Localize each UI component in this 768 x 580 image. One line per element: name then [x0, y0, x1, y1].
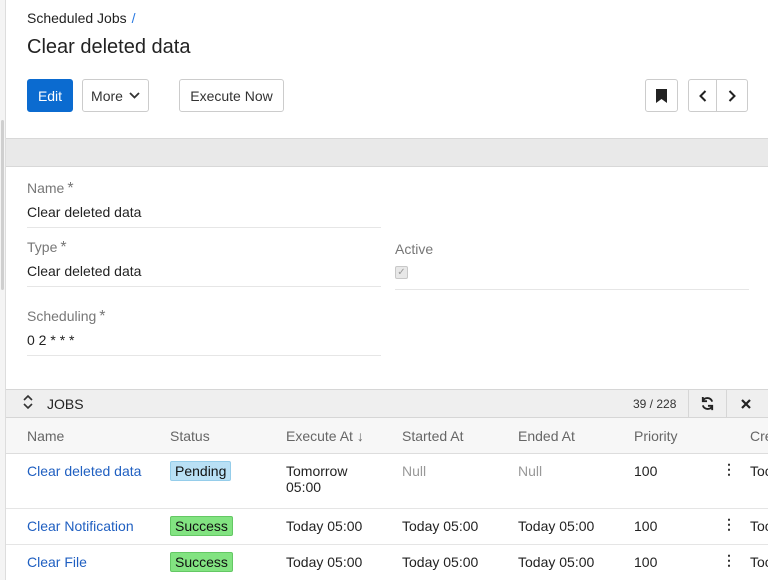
bookmark-icon	[656, 88, 667, 103]
chevron-right-icon	[728, 89, 736, 102]
priority-cell: 100	[634, 518, 658, 534]
status-badge: Success	[170, 516, 233, 536]
table-row[interactable]: Clear File Success Today 05:00 Today 05:…	[6, 545, 768, 580]
execute-at-cell: Today 05:00	[286, 554, 363, 570]
ended-at-cell: Null	[518, 463, 543, 479]
record-form: Name * Clear deleted data Type * Clear del…	[6, 167, 768, 389]
type-field: Type * Clear deleted data	[27, 239, 381, 287]
close-panel-button[interactable]	[726, 390, 764, 417]
jobs-panel-title: JOBS	[47, 396, 84, 412]
breadcrumb: Scheduled Jobs /	[27, 10, 136, 26]
jobs-count: 39 / 228	[633, 397, 677, 411]
scheduling-field: Scheduling * 0 2 * * *	[27, 308, 381, 356]
job-name-link[interactable]: Clear Notification	[27, 518, 134, 534]
priority-cell: 100	[634, 463, 658, 479]
status-badge: Pending	[170, 461, 232, 481]
type-field-value: Clear deleted data	[27, 263, 142, 279]
breadcrumb-separator: /	[131, 10, 136, 26]
column-header-started-at[interactable]: Started At	[402, 428, 463, 444]
started-at-cell: Null	[402, 463, 427, 479]
table-row[interactable]: Clear Notification Success Today 05:00 T…	[6, 509, 768, 545]
bookmark-button[interactable]	[645, 79, 678, 112]
column-header-priority[interactable]: Priority	[634, 428, 678, 444]
more-button-label: More	[91, 87, 123, 104]
name-field: Name * Clear deleted data	[27, 180, 381, 228]
execute-at-cell: Tomorrow 05:00	[286, 463, 348, 495]
column-header-status[interactable]: Status	[170, 428, 210, 444]
table-row[interactable]: Clear deleted data Pending Tomorrow 05:00…	[6, 454, 768, 509]
scheduling-field-value: 0 2 * * *	[27, 332, 75, 348]
expand-collapse-icon[interactable]	[23, 394, 33, 413]
started-at-cell: Today 05:00	[402, 554, 479, 570]
name-field-value: Clear deleted data	[27, 204, 142, 220]
column-header-created[interactable]: Cre	[750, 428, 768, 444]
more-button[interactable]: More	[82, 79, 149, 112]
breadcrumb-link-scheduled-jobs[interactable]: Scheduled Jobs	[27, 10, 127, 26]
edit-button[interactable]: Edit	[27, 79, 73, 112]
job-name-link[interactable]: Clear File	[27, 554, 87, 570]
name-field-label: Name *	[27, 180, 74, 197]
sort-down-icon: ↓	[356, 428, 364, 444]
previous-record-button[interactable]	[688, 79, 717, 112]
column-header-execute-at[interactable]: Execute At ↓	[286, 428, 364, 444]
priority-cell: 100	[634, 554, 658, 570]
kebab-menu-icon[interactable]: ⋮	[722, 461, 736, 478]
refresh-button[interactable]	[688, 390, 726, 417]
column-header-name[interactable]: Name	[27, 428, 64, 444]
status-badge: Success	[170, 552, 233, 572]
execute-now-button[interactable]: Execute Now	[179, 79, 284, 112]
ended-at-cell: Today 05:00	[518, 518, 595, 534]
close-icon	[740, 398, 751, 409]
page-title: Clear deleted data	[27, 36, 191, 58]
job-name-link[interactable]: Clear deleted data	[27, 463, 141, 479]
column-header-ended-at[interactable]: Ended At	[518, 428, 575, 444]
started-at-cell: Today 05:00	[402, 518, 479, 534]
refresh-icon	[701, 396, 714, 411]
page-header: Scheduled Jobs / Clear deleted data Edit …	[6, 0, 768, 138]
jobs-panel-header: JOBS 39 / 228	[6, 389, 768, 418]
scheduling-field-label: Scheduling *	[27, 308, 106, 325]
divider-bar	[6, 138, 768, 167]
chevron-down-icon	[129, 92, 140, 99]
created-cell: Toc	[750, 554, 768, 570]
active-field-label: Active	[395, 241, 434, 257]
checkmark-icon: ✓	[397, 267, 406, 278]
next-record-button[interactable]	[716, 79, 748, 112]
active-field: Active ✓	[395, 241, 749, 290]
table-header-row: Name Status Execute At ↓ Started At Ende…	[6, 418, 768, 454]
execute-at-cell: Today 05:00	[286, 518, 363, 534]
created-cell: Toc	[750, 518, 768, 534]
ended-at-cell: Today 05:00	[518, 554, 595, 570]
chevron-left-icon	[698, 89, 706, 102]
type-field-label: Type *	[27, 239, 67, 256]
scrollbar-thumb[interactable]	[1, 120, 4, 290]
kebab-menu-icon[interactable]: ⋮	[722, 516, 736, 533]
active-checkbox[interactable]: ✓	[395, 266, 408, 279]
created-cell: Toc	[750, 463, 768, 479]
jobs-table: Name Status Execute At ↓ Started At Ende…	[6, 418, 768, 580]
kebab-menu-icon[interactable]: ⋮	[722, 552, 736, 569]
